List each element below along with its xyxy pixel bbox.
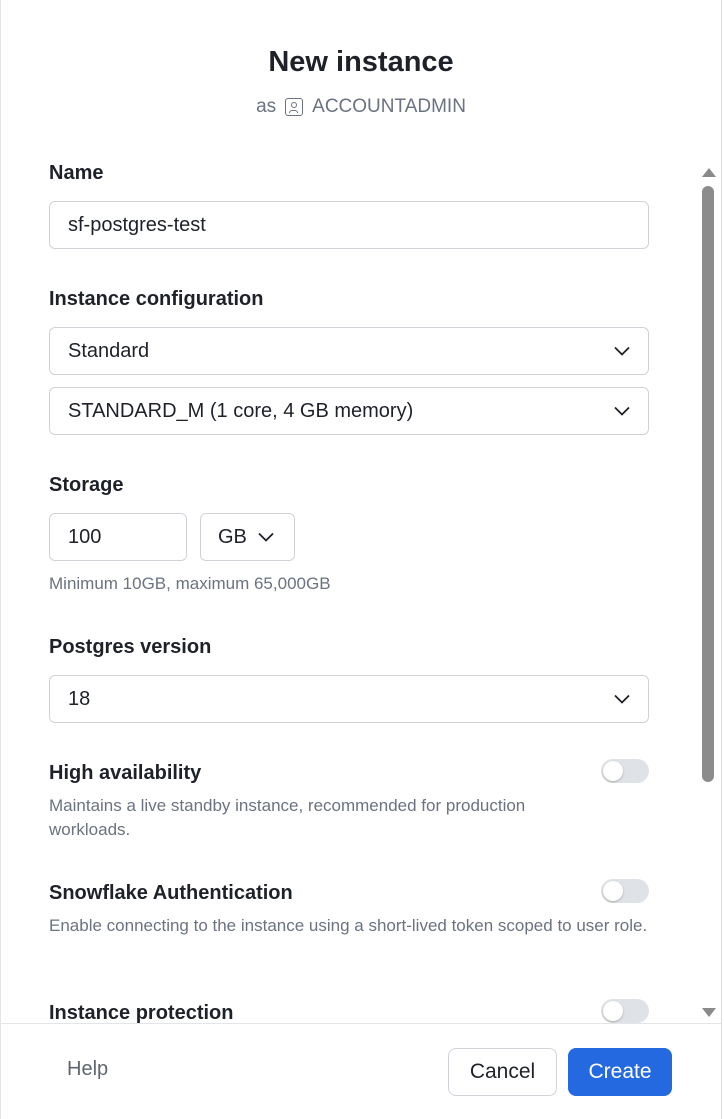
storage-input[interactable] <box>68 525 168 549</box>
high-availability-toggle[interactable] <box>601 759 649 783</box>
scrollbar-thumb[interactable] <box>702 186 714 782</box>
name-input[interactable] <box>68 213 630 237</box>
toggle-knob <box>603 1001 623 1021</box>
help-button[interactable]: Help <box>67 1058 108 1081</box>
instance-protection-label: Instance protection <box>49 1002 234 1024</box>
postgres-version-label: Postgres version <box>49 636 212 658</box>
high-availability-label: High availability <box>49 762 202 784</box>
instance-configuration-label: Instance configuration <box>49 288 264 310</box>
name-label: Name <box>49 162 104 184</box>
instance-size-select[interactable]: STANDARD_M (1 core, 4 GB memory) <box>49 387 649 435</box>
toggle-knob <box>603 881 623 901</box>
create-button[interactable]: Create <box>568 1048 672 1096</box>
instance-family-value: Standard <box>68 339 150 362</box>
instance-family-select[interactable]: Standard <box>49 327 649 375</box>
form-scrollbar[interactable] <box>700 162 718 1020</box>
cancel-button[interactable]: Cancel <box>448 1048 557 1096</box>
chevron-down-icon <box>258 532 274 542</box>
dialog-subtitle: as ACCOUNTADMIN <box>1 96 721 118</box>
chevron-down-icon <box>614 406 630 416</box>
dialog-footer: Help Cancel Create <box>1 1023 721 1119</box>
role-name: ACCOUNTADMIN <box>312 96 466 117</box>
postgres-version-value: 18 <box>68 687 91 710</box>
storage-label: Storage <box>49 474 124 496</box>
chevron-down-icon <box>614 694 630 704</box>
toggle-knob <box>603 761 623 781</box>
storage-field[interactable] <box>49 513 187 561</box>
high-availability-description: Maintains a live standby instance, recom… <box>49 796 526 839</box>
snowflake-authentication-description: Enable connecting to the instance using … <box>49 916 648 935</box>
dialog-title: New instance <box>268 46 454 78</box>
snowflake-authentication-toggle[interactable] <box>601 879 649 903</box>
scroll-up-arrow-icon[interactable] <box>702 168 716 177</box>
snowflake-authentication-label: Snowflake Authentication <box>49 882 293 904</box>
instance-size-value: STANDARD_M (1 core, 4 GB memory) <box>68 399 414 422</box>
postgres-version-select[interactable]: 18 <box>49 675 649 723</box>
instance-protection-toggle[interactable] <box>601 999 649 1023</box>
new-instance-dialog: New instance as ACCOUNTADMIN Name Instan… <box>0 0 722 1119</box>
subtitle-prefix: as <box>256 96 277 117</box>
scroll-down-arrow-icon[interactable] <box>702 1008 716 1017</box>
user-badge-icon <box>285 98 304 116</box>
storage-unit-select[interactable]: GB <box>200 513 295 561</box>
chevron-down-icon <box>614 346 630 356</box>
storage-unit-value: GB <box>218 525 247 548</box>
name-field[interactable] <box>49 201 649 249</box>
storage-help-text: Minimum 10GB, maximum 65,000GB <box>49 574 331 593</box>
